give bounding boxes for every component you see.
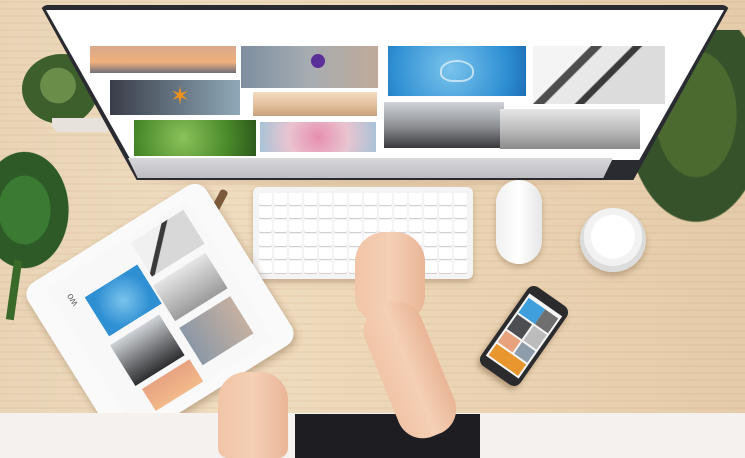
- photo-starfish[interactable]: ✶: [110, 80, 240, 115]
- photo-green-leaves[interactable]: [134, 120, 256, 156]
- keyboard-key[interactable]: [439, 234, 452, 246]
- photo-beach-waves[interactable]: [500, 109, 640, 149]
- keyboard-key[interactable]: [364, 206, 377, 219]
- keyboard-key[interactable]: [454, 193, 467, 205]
- keyboard-key[interactable]: [319, 220, 332, 232]
- keyboard-key[interactable]: [289, 234, 302, 246]
- keyboard-key[interactable]: [304, 220, 317, 232]
- keyboard-key[interactable]: [334, 261, 347, 273]
- jellyfish-icon: [440, 60, 474, 82]
- keyboard-key[interactable]: [274, 220, 287, 232]
- keyboard-key[interactable]: [439, 206, 452, 219]
- keyboard-key[interactable]: [334, 220, 347, 232]
- photo-sunset-pier[interactable]: [90, 46, 236, 73]
- keyboard-key[interactable]: [409, 206, 422, 219]
- keyboard-key[interactable]: [334, 234, 347, 246]
- mouse-icon[interactable]: [496, 180, 542, 264]
- keyboard-key[interactable]: [259, 206, 272, 219]
- keyboard-key[interactable]: [259, 193, 272, 205]
- keyboard-key[interactable]: [319, 261, 332, 273]
- monitor-chin: [128, 158, 613, 178]
- keyboard-key[interactable]: [274, 193, 287, 205]
- keyboard-key[interactable]: [364, 220, 377, 232]
- keyboard-key[interactable]: [424, 193, 437, 205]
- keyboard-key[interactable]: [454, 234, 467, 246]
- photo-cherry-blossom[interactable]: [260, 122, 376, 152]
- keyboard-key[interactable]: [424, 206, 437, 219]
- keyboard-key[interactable]: [454, 206, 467, 219]
- keyboard-key[interactable]: [259, 247, 272, 260]
- keyboard-key[interactable]: [259, 220, 272, 232]
- keyboard-key[interactable]: [304, 193, 317, 205]
- keyboard-key[interactable]: [364, 193, 377, 205]
- flower-icon: [311, 54, 325, 68]
- photo-purple-flower[interactable]: [241, 46, 378, 88]
- keyboard-key[interactable]: [379, 220, 392, 232]
- keyboard-key[interactable]: [424, 247, 437, 260]
- keyboard-key[interactable]: [394, 206, 407, 219]
- keyboard-key[interactable]: [334, 193, 347, 205]
- keyboard-key[interactable]: [409, 220, 422, 232]
- keyboard-key[interactable]: [319, 234, 332, 246]
- keyboard-key[interactable]: [409, 193, 422, 205]
- keyboard-key[interactable]: [349, 193, 362, 205]
- left-hand: [218, 372, 288, 458]
- keyboard-key[interactable]: [289, 206, 302, 219]
- keyboard-key[interactable]: [274, 206, 287, 219]
- keyboard-key[interactable]: [439, 193, 452, 205]
- keyboard-key[interactable]: [289, 220, 302, 232]
- photo-bridge-tower[interactable]: [533, 46, 665, 104]
- tablet-label: wo: [64, 291, 81, 309]
- desk-scene: ✶ wo: [0, 0, 745, 458]
- keyboard-key[interactable]: [304, 206, 317, 219]
- monitor-screen: ✶: [46, 10, 724, 160]
- keyboard-key[interactable]: [304, 234, 317, 246]
- keyboard-key[interactable]: [379, 193, 392, 205]
- keyboard-key[interactable]: [289, 247, 302, 260]
- keyboard-key[interactable]: [319, 193, 332, 205]
- keyboard-key[interactable]: [454, 220, 467, 232]
- photo-jellyfish[interactable]: [388, 46, 526, 96]
- keyboard-key[interactable]: [289, 193, 302, 205]
- keyboard-key[interactable]: [424, 220, 437, 232]
- keyboard-key[interactable]: [289, 261, 302, 273]
- keyboard-key[interactable]: [424, 234, 437, 246]
- keyboard-key[interactable]: [334, 206, 347, 219]
- keyboard-key[interactable]: [394, 220, 407, 232]
- keyboard-key[interactable]: [454, 247, 467, 260]
- keyboard-key[interactable]: [319, 247, 332, 260]
- keyboard-key[interactable]: [439, 261, 452, 273]
- keyboard-key[interactable]: [259, 261, 272, 273]
- keyboard-key[interactable]: [379, 206, 392, 219]
- coffee-cup-icon: [580, 208, 646, 272]
- keyboard-key[interactable]: [349, 220, 362, 232]
- starfish-icon: ✶: [169, 83, 191, 110]
- keyboard-key[interactable]: [334, 247, 347, 260]
- photo-coastal-rocks[interactable]: [384, 102, 504, 148]
- keyboard-key[interactable]: [394, 193, 407, 205]
- keyboard-key[interactable]: [454, 261, 467, 273]
- keyboard-key[interactable]: [439, 247, 452, 260]
- keyboard-key[interactable]: [424, 261, 437, 273]
- keyboard-key[interactable]: [304, 261, 317, 273]
- keyboard-key[interactable]: [274, 247, 287, 260]
- keyboard-key[interactable]: [274, 234, 287, 246]
- keyboard-key[interactable]: [319, 206, 332, 219]
- keyboard-key[interactable]: [274, 261, 287, 273]
- keyboard-key[interactable]: [259, 234, 272, 246]
- keyboard-key[interactable]: [439, 220, 452, 232]
- keyboard-key[interactable]: [349, 206, 362, 219]
- keyboard-key[interactable]: [304, 247, 317, 260]
- photo-beach-horizon[interactable]: [253, 92, 377, 116]
